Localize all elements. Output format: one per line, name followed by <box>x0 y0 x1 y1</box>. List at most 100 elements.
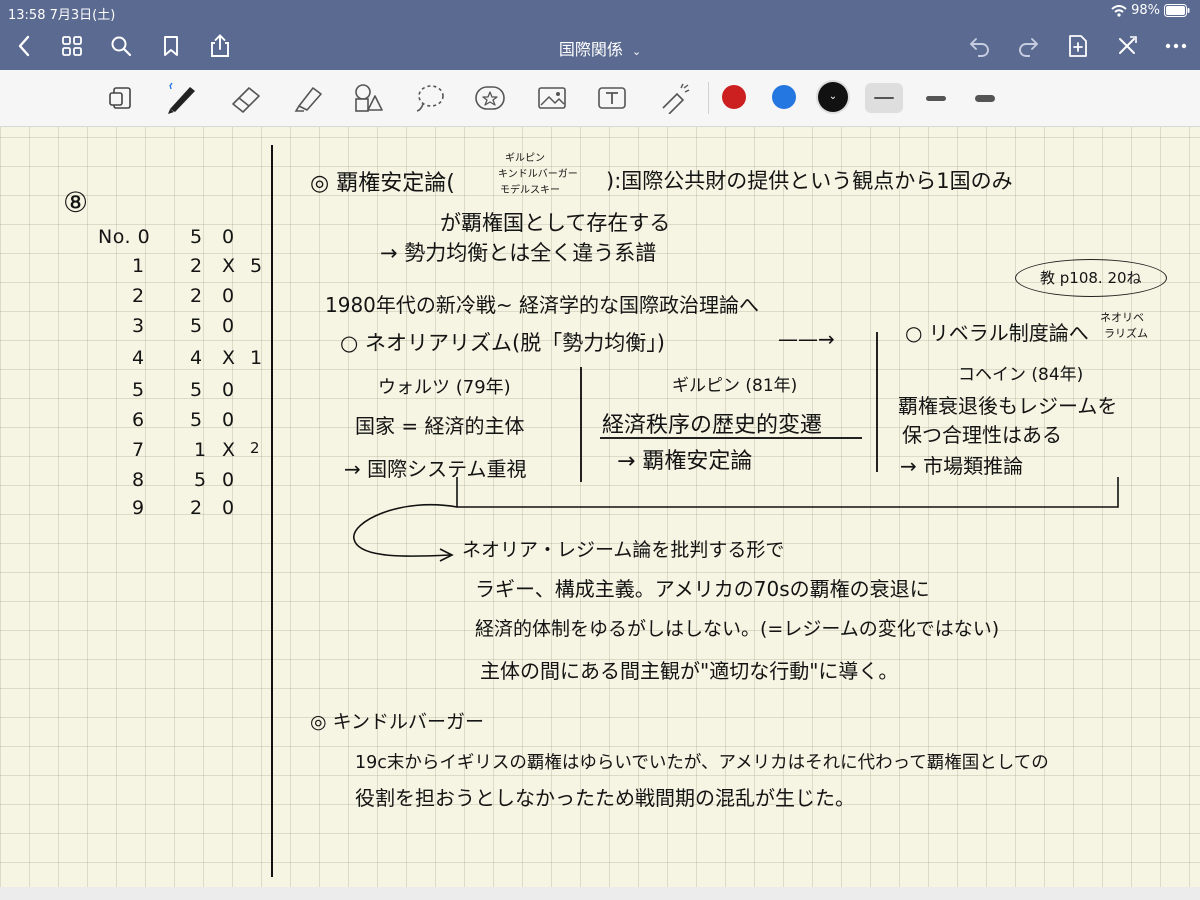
critique-line4: 主体の間にある間主観が"適切な行動"に導く。 <box>480 659 899 683</box>
row-no: 8 <box>132 469 145 491</box>
highlighter-icon <box>294 87 322 112</box>
eraser-icon <box>232 87 260 113</box>
neoliberal-note: ネオリベ <box>1100 311 1144 324</box>
image-icon <box>538 87 566 109</box>
row-b: 0 <box>222 226 235 248</box>
color-black-swatch-selected[interactable]: ⌄ <box>818 82 848 112</box>
eraser-tool[interactable] <box>228 80 264 116</box>
keohane-line1: 覇権衰退後もレジームを <box>898 394 1118 418</box>
laser-pointer-icon <box>662 83 690 114</box>
kindleberger-heading: ◎ キンドルバーガー <box>310 711 485 733</box>
row-no: 5 <box>132 379 145 401</box>
stroke-width-thick[interactable] <box>966 83 1004 113</box>
pen-tool[interactable] <box>164 80 200 116</box>
critique-line2: ラギー、構成主義。アメリカの70sの覇権の衰退に <box>475 577 930 601</box>
add-page-button[interactable] <box>1062 30 1094 62</box>
medium-line-icon <box>926 95 946 101</box>
stroke-width-thin[interactable] <box>865 83 903 113</box>
kindleberger-line1: 19c末からイギリスの覇権はゆらいでいたが、アメリカはそれに代わって覇権国として… <box>355 753 1049 773</box>
redo-icon <box>1019 38 1039 57</box>
color-red-swatch[interactable] <box>722 85 746 109</box>
battery-icon <box>1164 4 1190 17</box>
keohane-heading: コヘイン (84年) <box>958 365 1084 385</box>
top-navigation-bar: 13:58 7月3日(土) 98% 国際関係 ⌄ <box>0 0 1200 70</box>
status-time: 13:58 7月3日(土) <box>8 8 116 23</box>
highlighter-tool[interactable] <box>290 80 326 116</box>
chevron-down-icon: ⌄ <box>828 91 838 102</box>
row-b: X <box>222 439 236 461</box>
row-no: 9 <box>132 497 145 519</box>
row-no: 4 <box>132 347 145 369</box>
row-b: 0 <box>222 315 235 337</box>
row-no: 2 <box>132 285 145 307</box>
shapes-tool[interactable] <box>350 80 386 116</box>
shapes-icon <box>355 84 383 112</box>
gilpin-line1: 経済秩序の歴史的変遷 <box>602 413 823 438</box>
liberal-institutionalism-heading: ○ リベラル制度論へ <box>905 321 1089 345</box>
thick-line-icon <box>975 94 995 102</box>
row-c: 1 <box>250 347 263 369</box>
critique-line3: 経済的体制をゆるがしはしない。(=レジームの変化ではない) <box>475 618 1000 640</box>
read-only-mode-tool[interactable] <box>104 80 140 116</box>
bottom-edge <box>0 887 1200 900</box>
section1-definition: ):国際公共財の提供という観点から1国のみ <box>606 169 1013 193</box>
color-blue-swatch[interactable] <box>772 85 796 109</box>
section1-line2: が覇権国として存在する <box>440 211 671 235</box>
row-a: 5 <box>190 315 203 337</box>
row-a: 5 <box>194 469 207 491</box>
row-no: 1 <box>132 255 145 277</box>
more-button[interactable] <box>1160 30 1192 62</box>
row-a: 1 <box>194 439 207 461</box>
row-c: 5 <box>250 255 263 277</box>
row-no: 3 <box>132 315 145 337</box>
theorist-name: モデルスキー <box>500 185 560 196</box>
row-b: 0 <box>222 469 235 491</box>
text-icon <box>598 87 626 109</box>
toolbar-divider <box>708 82 709 114</box>
pen-icon <box>168 82 195 114</box>
thin-line-icon <box>874 97 894 99</box>
sticker-tool[interactable] <box>472 80 508 116</box>
lasso-tool[interactable] <box>412 80 448 116</box>
row-a: 2 <box>190 497 203 519</box>
wifi-icon <box>1111 4 1127 17</box>
row-b: 0 <box>222 285 235 307</box>
lasso-tablet-icon <box>109 87 131 109</box>
row-c: 2 <box>250 439 261 457</box>
redo-button[interactable] <box>1012 30 1044 62</box>
sticker-icon <box>475 86 505 110</box>
theorist-name: ギルピン <box>505 153 545 164</box>
row-a: 5 <box>190 409 203 431</box>
row-a: 2 <box>190 285 203 307</box>
chevron-down-icon: ⌄ <box>631 45 642 58</box>
row-b: X <box>222 347 236 369</box>
image-tool[interactable] <box>534 80 570 116</box>
section1-line3: → 勢力均衡とは全く違う系譜 <box>380 241 657 265</box>
add-page-icon <box>1069 35 1087 57</box>
lasso-icon <box>416 85 444 112</box>
theorist-name: キンドルバーガー <box>498 169 578 180</box>
row-a: 2 <box>190 255 203 277</box>
status-indicators: 98% <box>1111 3 1190 18</box>
battery-percent: 98% <box>1131 3 1160 18</box>
undo-icon <box>969 38 989 57</box>
underline <box>600 437 862 439</box>
gilpin-heading: ギルピン (81年) <box>672 376 798 396</box>
note-page-canvas[interactable]: ⑧ No. 0 5 0 1 2 X 5 2 2 0 3 5 0 4 4 X 1 … <box>0 127 1200 887</box>
drawing-toolbar: ⌄ <box>0 70 1200 127</box>
column-divider <box>580 367 582 482</box>
textbook-reference: 教 p108. 20ね <box>1040 269 1142 287</box>
row-b: X <box>222 255 236 277</box>
row-b: 0 <box>222 379 235 401</box>
stroke-width-medium[interactable] <box>917 83 955 113</box>
row-no: 7 <box>132 439 145 461</box>
circled-number: ⑧ <box>63 186 89 219</box>
laser-pointer-tool[interactable] <box>656 80 692 116</box>
row-a: 5 <box>190 379 203 401</box>
text-tool[interactable] <box>594 80 630 116</box>
close-x-icon <box>1119 36 1137 54</box>
undo-button[interactable] <box>964 30 996 62</box>
row-b: 0 <box>222 409 235 431</box>
row-no: No. 0 <box>98 226 151 248</box>
close-editing-button[interactable] <box>1111 30 1143 62</box>
